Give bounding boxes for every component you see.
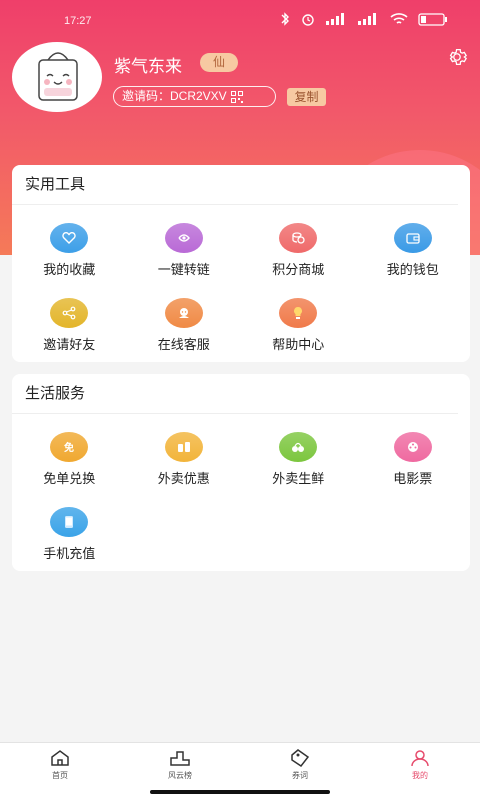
life-grid: 免免单兑换 外卖优惠 外卖生鲜 电影票 手机充值: [12, 414, 470, 572]
status-bar: 17:27: [0, 0, 480, 40]
life-item-0[interactable]: 免免单兑换: [12, 422, 127, 497]
tab-orders-label: 券词: [292, 771, 308, 780]
gear-icon: [449, 49, 468, 65]
tools-item-label: 在线客服: [157, 337, 210, 352]
phone-recharge-icon: [50, 507, 89, 537]
signal-icon-2: [358, 13, 376, 25]
username: 紫气东来: [114, 57, 182, 76]
life-item-label: 免单兑换: [43, 471, 96, 486]
tab-mine-label: 我的: [412, 771, 428, 780]
tools-title: 实用工具: [12, 165, 458, 205]
copy-button[interactable]: 复制: [287, 88, 326, 106]
takeaway-icon: [164, 432, 203, 462]
share-icon: [50, 298, 89, 328]
tab-home[interactable]: 首页: [0, 743, 120, 800]
bluetooth-icon: [281, 12, 289, 26]
tools-item-4[interactable]: 邀请好友: [12, 288, 127, 363]
life-item-1[interactable]: 外卖优惠: [127, 422, 242, 497]
tools-item-5[interactable]: 在线客服: [127, 288, 242, 363]
home-icon: [51, 750, 69, 766]
tools-item-6[interactable]: 帮助中心: [241, 288, 356, 363]
tools-card: 实用工具 我的收藏 一键转链 积分商城 我的钱包邀请好友 在线客服 帮助中心: [12, 165, 470, 362]
shopping-bag-mascot-icon: [38, 52, 78, 101]
tools-item-3[interactable]: 我的钱包: [356, 213, 471, 288]
life-item-label: 外卖生鲜: [272, 471, 325, 486]
tools-item-0[interactable]: 我的收藏: [12, 213, 127, 288]
coins-icon: [279, 223, 318, 253]
avatar[interactable]: [12, 42, 102, 112]
life-item-label: 电影票: [393, 471, 433, 486]
tools-item-label: 我的钱包: [386, 262, 439, 277]
user-icon: [411, 750, 429, 767]
qr-code-icon[interactable]: [230, 90, 243, 103]
tab-home-label: 首页: [52, 771, 68, 780]
signal-icon: [326, 13, 344, 25]
support-icon: [164, 298, 203, 328]
heart-icon: [50, 223, 89, 253]
podium-icon: [170, 751, 190, 766]
tab-rank-label: 风云榜: [168, 771, 192, 780]
tools-item-1[interactable]: 一键转链: [127, 213, 242, 288]
life-item-label: 手机充值: [43, 546, 96, 561]
lightbulb-icon: [279, 298, 318, 328]
invite-code-text: 邀请码：DCR2VXV: [122, 89, 227, 103]
status-time: 17:27: [64, 15, 92, 27]
link-icon: [164, 223, 203, 253]
wallet-icon: [393, 223, 432, 253]
tools-grid: 我的收藏 一键转链 积分商城 我的钱包邀请好友 在线客服 帮助中心: [12, 205, 470, 363]
life-item-4[interactable]: 手机充值: [12, 497, 127, 572]
tools-item-label: 一键转链: [157, 262, 210, 277]
wifi-icon: [390, 12, 408, 24]
tools-item-label: 我的收藏: [43, 262, 96, 277]
free-icon: 免: [50, 432, 89, 462]
tools-item-label: 积分商城: [272, 262, 325, 277]
life-item-label: 外卖优惠: [157, 471, 210, 486]
invite-code: 邀请码：DCR2VXV: [113, 86, 276, 107]
life-card: 生活服务 免免单兑换 外卖优惠 外卖生鲜 电影票 手机充值: [12, 374, 470, 571]
tools-item-2[interactable]: 积分商城: [241, 213, 356, 288]
tab-mine[interactable]: 我的: [360, 743, 480, 800]
life-title: 生活服务: [12, 374, 458, 414]
life-item-2[interactable]: 外卖生鲜: [241, 422, 356, 497]
level-badge: 仙: [200, 53, 238, 72]
life-item-3[interactable]: 电影票: [356, 422, 471, 497]
tag-icon: [291, 749, 310, 767]
home-indicator: [150, 790, 330, 794]
settings-button[interactable]: [446, 46, 468, 68]
film-icon: [393, 432, 432, 462]
alarm-icon: [302, 14, 314, 26]
svg-text:免: 免: [64, 441, 74, 454]
battery-icon: [418, 12, 447, 26]
fresh-icon: [279, 432, 318, 462]
tools-item-label: 邀请好友: [43, 337, 96, 352]
tools-item-label: 帮助中心: [272, 337, 325, 352]
